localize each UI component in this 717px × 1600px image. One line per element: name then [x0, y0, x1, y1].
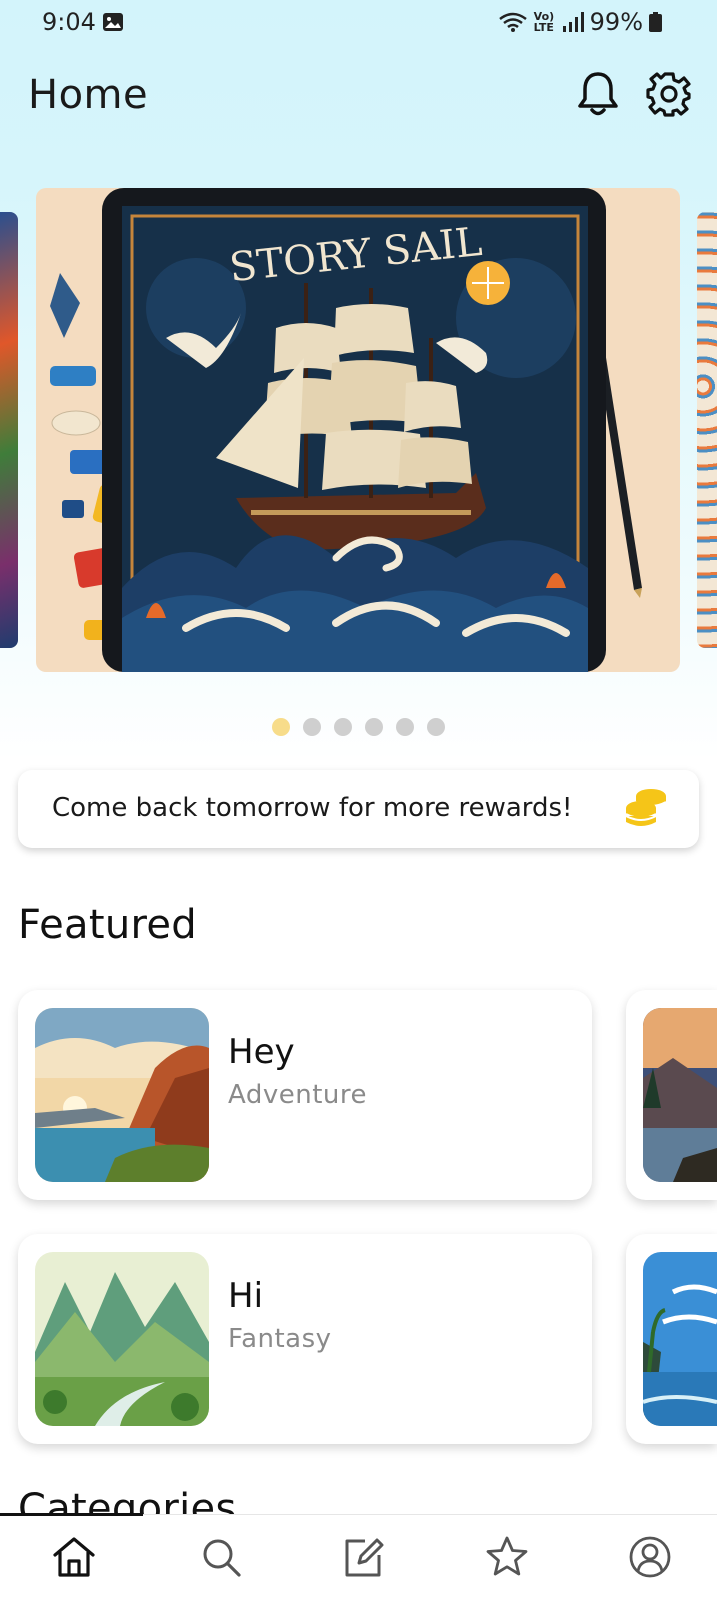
featured-item-genre: Fantasy: [228, 1324, 332, 1354]
hero-slide[interactable]: STORY SAIL: [36, 188, 680, 672]
featured-thumbnail: [643, 1008, 717, 1182]
wifi-icon: [498, 12, 527, 32]
nav-favorites[interactable]: [483, 1533, 531, 1581]
featured-card-peek[interactable]: [626, 990, 717, 1200]
story-sail-illustration: STORY SAIL: [36, 188, 680, 672]
nav-profile[interactable]: [626, 1533, 674, 1581]
reward-banner[interactable]: Come back tomorrow for more rewards!: [18, 770, 699, 848]
featured-title: Featured: [18, 902, 197, 948]
page-title: Home: [28, 72, 149, 118]
status-time: 9:04: [42, 8, 96, 36]
status-indicators: Vo) LTE 99%: [498, 8, 662, 36]
nav-search[interactable]: [197, 1533, 245, 1581]
battery-icon: [649, 12, 662, 32]
carousel-pager: [0, 718, 717, 736]
gallery-icon: [103, 13, 123, 31]
bottom-nav: [0, 1513, 717, 1600]
carousel-prev-slide[interactable]: [0, 212, 18, 648]
carousel-next-slide[interactable]: [697, 212, 717, 648]
gear-icon[interactable]: [646, 70, 692, 118]
battery-level: 99%: [589, 8, 643, 36]
bell-icon[interactable]: [576, 70, 620, 118]
network-type: Vo) LTE: [533, 10, 555, 34]
pager-dot[interactable]: [303, 718, 321, 736]
app-bar: Home: [0, 60, 717, 140]
write-icon: [345, 1538, 384, 1577]
star-icon: [486, 1536, 528, 1576]
pager-dot[interactable]: [365, 718, 383, 736]
nav-home[interactable]: [50, 1533, 98, 1581]
search-icon: [203, 1539, 241, 1577]
featured-thumbnail: [35, 1008, 209, 1182]
reward-text: Come back tomorrow for more rewards!: [52, 793, 573, 823]
profile-icon: [629, 1536, 671, 1578]
pager-dot[interactable]: [427, 718, 445, 736]
pager-dot-active[interactable]: [272, 718, 290, 736]
featured-card[interactable]: Hi Fantasy: [18, 1234, 592, 1444]
featured-item-name: Hi: [228, 1276, 264, 1316]
featured-card-peek[interactable]: [626, 1234, 717, 1444]
coins-icon: [625, 789, 667, 826]
nav-write[interactable]: [339, 1533, 387, 1581]
featured-item-genre: Adventure: [228, 1080, 367, 1110]
home-icon: [53, 1537, 95, 1577]
featured-thumbnail: [643, 1252, 717, 1426]
pager-dot[interactable]: [396, 718, 414, 736]
featured-thumbnail: [35, 1252, 209, 1426]
hero-carousel[interactable]: STORY SAIL: [0, 188, 717, 672]
featured-card[interactable]: Hey Adventure: [18, 990, 592, 1200]
pager-dot[interactable]: [334, 718, 352, 736]
nav-active-indicator: [0, 1513, 143, 1516]
featured-item-name: Hey: [228, 1032, 295, 1072]
signal-icon: [562, 12, 584, 32]
status-bar: 9:04 Vo) LTE 99%: [0, 0, 717, 46]
